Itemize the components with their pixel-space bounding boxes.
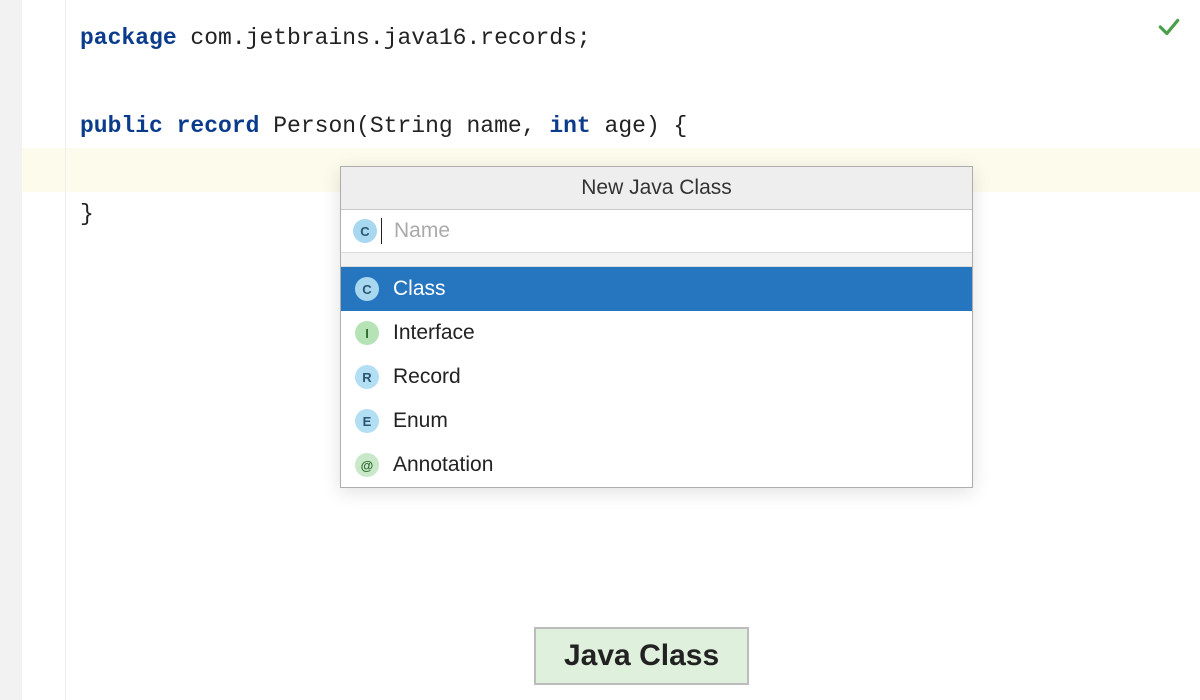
dialog-item-label: Class: [393, 277, 446, 301]
dialog-input-row: C: [341, 210, 972, 253]
code-editor: package com.jetbrains.java16.records; pu…: [0, 0, 1200, 700]
gutter-strip: [0, 0, 22, 700]
record-signature-part2: age) {: [591, 113, 688, 139]
dialog-item-interface[interactable]: I Interface: [341, 311, 972, 355]
class-icon: C: [353, 219, 377, 243]
keyword-record: record: [163, 113, 260, 139]
code-area[interactable]: package com.jetbrains.java16.records; pu…: [66, 0, 1200, 700]
dialog-item-label: Record: [393, 365, 461, 389]
record-signature-part1: Person(String name,: [259, 113, 549, 139]
dialog-item-label: Enum: [393, 409, 448, 433]
enum-icon: E: [355, 409, 379, 433]
annotation-icon: @: [355, 453, 379, 477]
dialog-type-list: C Class I Interface R Record E Enum @ Annotation: [341, 267, 972, 487]
package-name: com.jetbrains.java16.records;: [177, 25, 591, 51]
code-line-blank[interactable]: [80, 60, 1190, 104]
class-name-input[interactable]: [394, 219, 960, 243]
new-java-class-dialog: New Java Class C C Class I Interface R Record…: [340, 166, 973, 488]
keyword-public: public: [80, 113, 163, 139]
code-line[interactable]: package com.jetbrains.java16.records;: [80, 16, 1190, 60]
dialog-title: New Java Class: [341, 167, 972, 210]
dialog-separator: [341, 253, 972, 267]
dialog-item-label: Annotation: [393, 453, 493, 477]
dialog-item-class[interactable]: C Class: [341, 267, 972, 311]
code-line[interactable]: public record Person(String name, int ag…: [80, 104, 1190, 148]
dialog-item-enum[interactable]: E Enum: [341, 399, 972, 443]
interface-icon: I: [355, 321, 379, 345]
record-icon: R: [355, 365, 379, 389]
java-class-tooltip: Java Class: [534, 627, 749, 685]
editor-gutter: [0, 0, 66, 700]
text-caret: [381, 218, 382, 244]
inspections-ok-icon[interactable]: [1156, 14, 1182, 40]
dialog-item-label: Interface: [393, 321, 475, 345]
dialog-item-annotation[interactable]: @ Annotation: [341, 443, 972, 487]
close-brace: }: [80, 201, 94, 227]
gutter-current-line-highlight: [22, 148, 65, 192]
tooltip-label: Java Class: [564, 639, 719, 672]
dialog-item-record[interactable]: R Record: [341, 355, 972, 399]
keyword-int: int: [549, 113, 590, 139]
keyword-package: package: [80, 25, 177, 51]
class-icon: C: [355, 277, 379, 301]
